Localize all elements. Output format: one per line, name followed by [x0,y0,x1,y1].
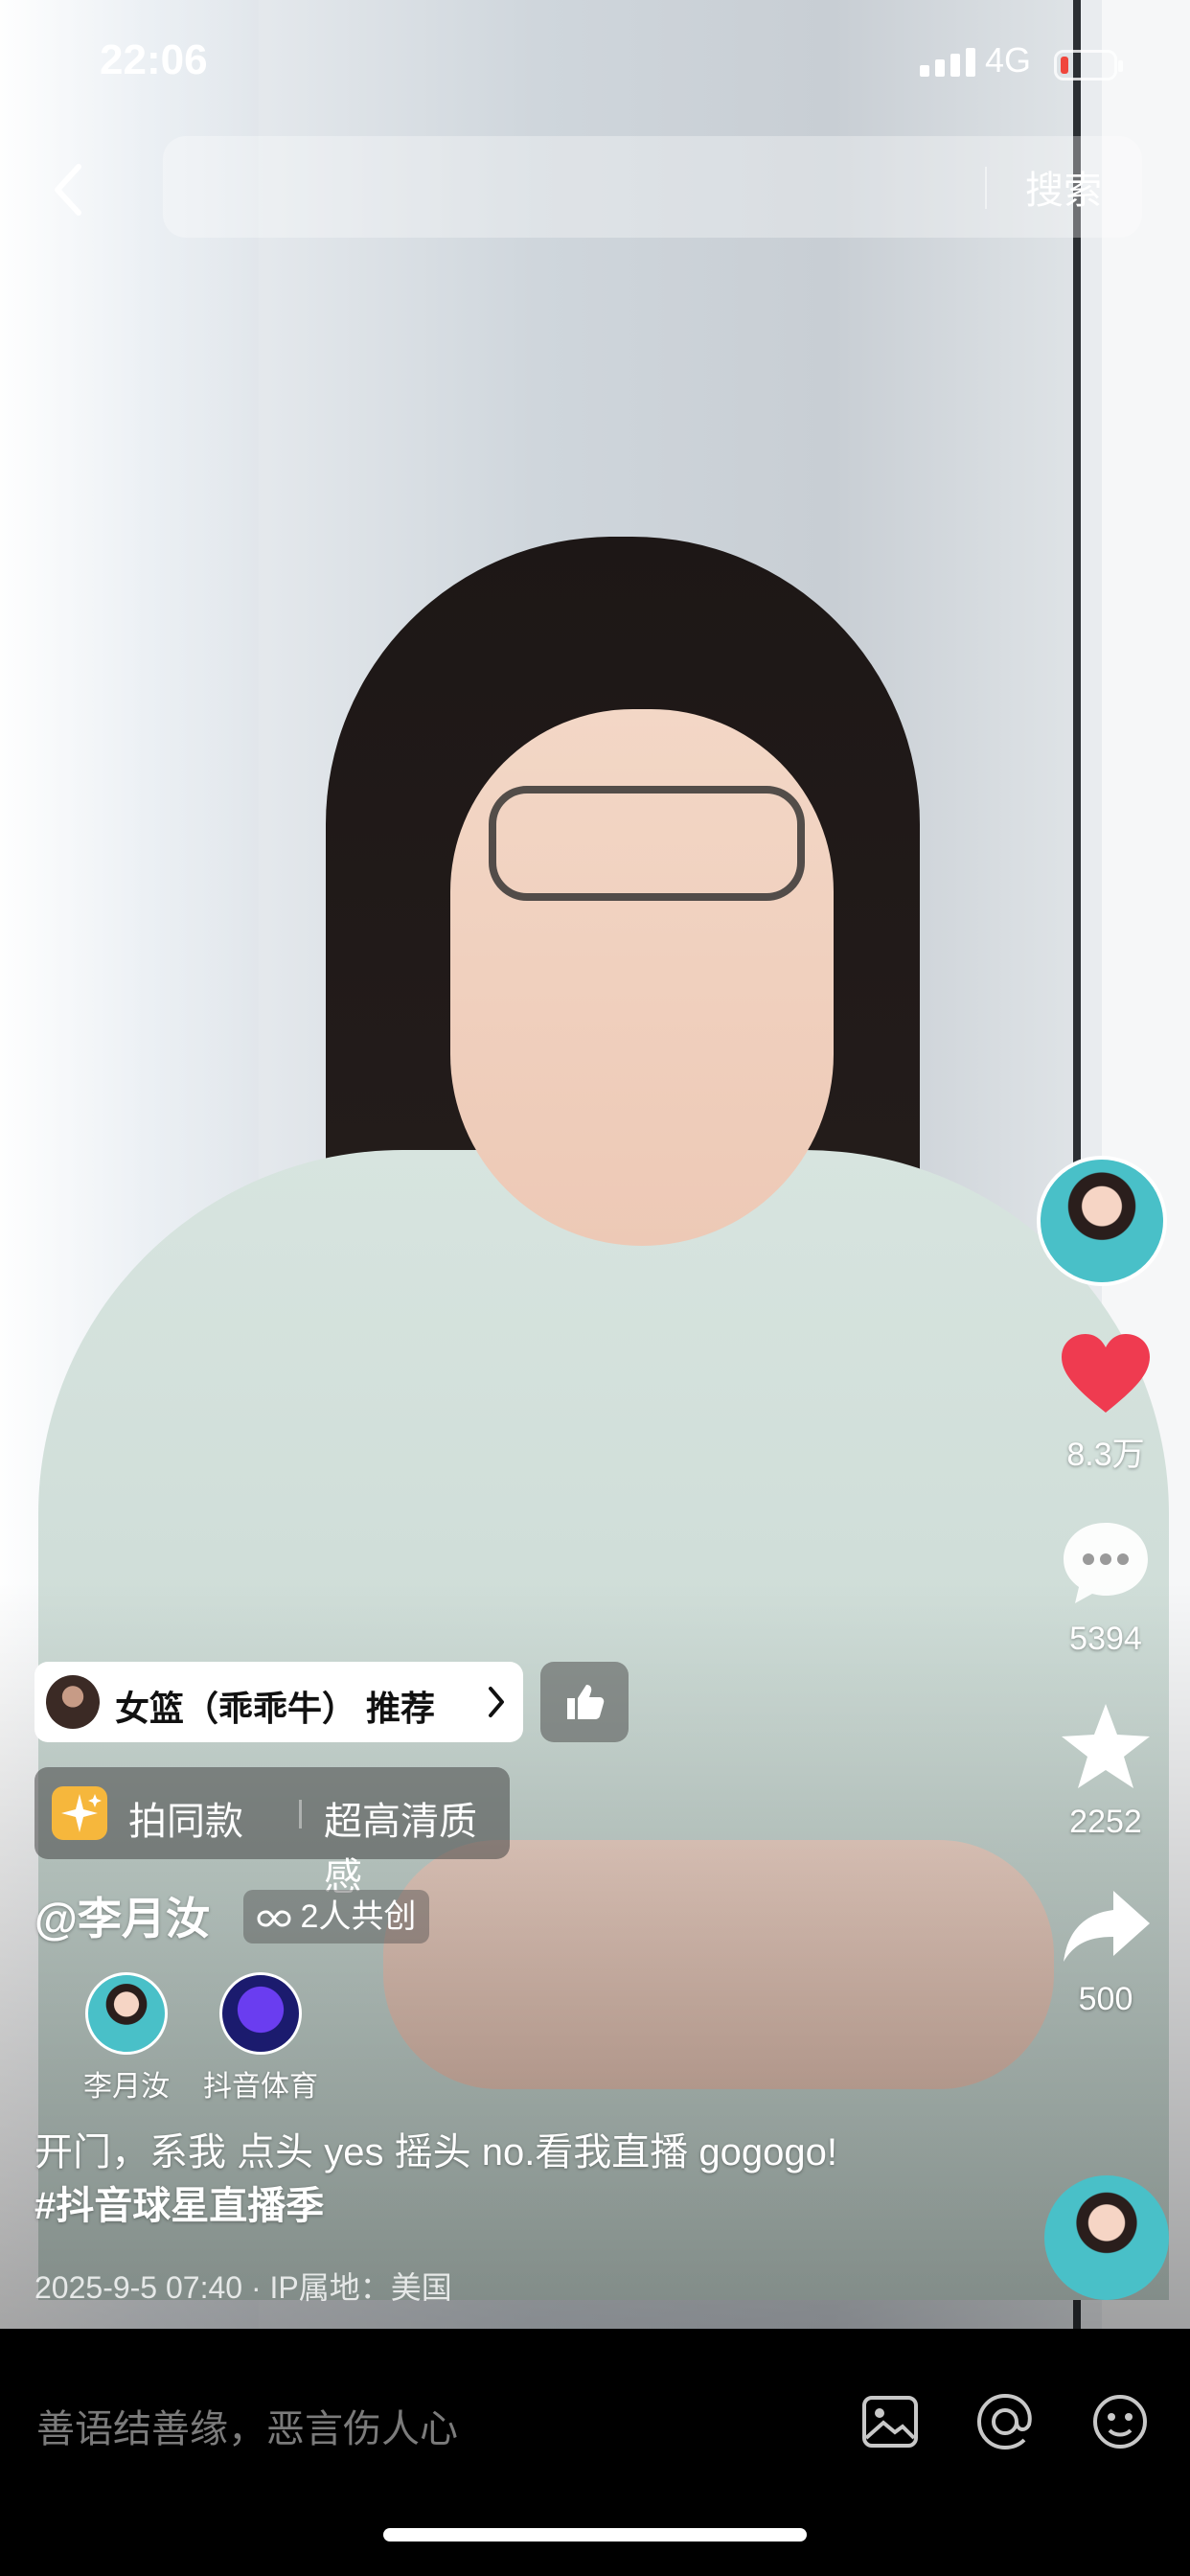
status-time: 22:06 [100,36,208,83]
co-creator-avatar [85,1972,168,2055]
favorite-button[interactable]: 2252 [1037,1700,1175,1841]
same-style-chip[interactable]: 拍同款 超高清质感 [34,1767,510,1898]
comment-count: 5394 [1069,1621,1142,1657]
share-button[interactable]: 500 [1037,1883,1175,2018]
action-rail: 8.3万 5394 2252 500 [1037,1156,1175,2018]
same-style-label: 拍同款 [128,1801,243,1843]
author-avatar[interactable] [1037,1156,1167,1286]
search-button[interactable]: 搜索 [1025,159,1102,215]
signal-icon [920,48,981,77]
search-input[interactable] [192,136,943,240]
video-caption: 开门，系我 点头 yes 摇头 no.看我直播 gogogo! #抖音球星直播季 [34,2126,837,2233]
caption-hashtag[interactable]: #抖音球星直播季 [34,2179,837,2233]
author-handle[interactable]: @李月汝 [34,1884,210,1947]
co-create-label: 2人共创 [300,1898,417,1935]
image-icon[interactable] [857,2388,924,2455]
post-meta: 2025-9-5 07:40 · IP属地：美国 [34,2270,452,2305]
mention-icon[interactable] [972,2388,1039,2455]
same-style-divider [299,1800,302,1828]
share-arrow-icon [1064,1891,1150,1962]
co-creator-item[interactable]: 抖音体育 [184,1972,337,2104]
heart-icon [1062,1334,1150,1413]
recommend-like-button[interactable] [540,1662,629,1742]
star-icon [1062,1704,1150,1788]
co-creator-name: 李月汝 [83,2071,170,2103]
share-count: 500 [1078,1981,1133,2017]
comment-button[interactable]: 5394 [1037,1517,1175,1658]
network-type: 4G [985,40,1032,80]
home-indicator[interactable] [383,2528,807,2542]
battery-icon [1054,50,1123,80]
comment-bubble-icon [1064,1523,1148,1603]
sparkle-icon [52,1786,107,1840]
chevron-left-icon [55,164,81,216]
same-style-tag: 超高清质感 [324,1801,477,1898]
search-divider [985,167,987,209]
like-count: 8.3万 [1066,1437,1145,1473]
co-creator-item[interactable]: 李月汝 [50,1972,203,2104]
comment-input[interactable]: 善语结善缘，恶言伤人心 [36,2398,458,2453]
co-create-badge[interactable]: 2人共创 [243,1890,430,1944]
music-disc[interactable] [1044,2175,1169,2300]
emoji-icon[interactable] [1087,2388,1154,2455]
chevron-right-icon [489,1687,504,1717]
link-infinity-icon [257,1910,291,1927]
search-bar: 搜索 [163,136,1142,240]
recommend-chip[interactable]: 女篮（乖乖牛） 推荐 [34,1662,523,1742]
status-bar: 22:06 4G [0,36,1190,94]
caption-text: 开门，系我 点头 yes 摇头 no.看我直播 gogogo! [34,2131,838,2174]
back-button[interactable] [50,161,88,218]
thumbs-up-icon [567,1685,605,1719]
favorite-count: 2252 [1069,1804,1142,1840]
recommend-label: 女篮（乖乖牛） 推荐 [115,1689,436,1728]
douyin-sports-avatar [219,1972,302,2055]
co-creator-name: 抖音体育 [203,2071,318,2103]
like-button[interactable]: 8.3万 [1037,1330,1175,1475]
recommender-avatar [46,1675,100,1729]
